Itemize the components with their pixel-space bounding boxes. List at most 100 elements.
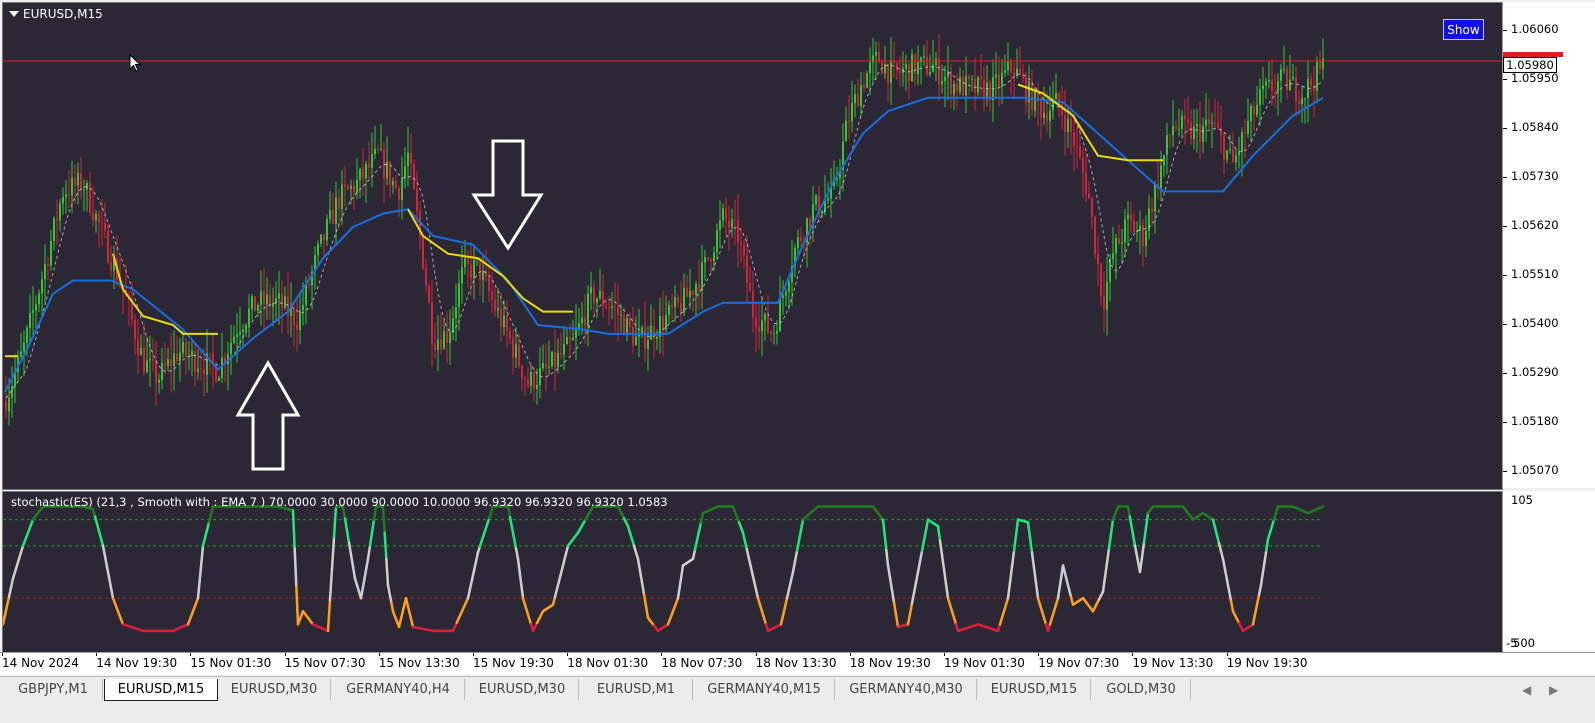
- candle-body: [1055, 93, 1057, 100]
- stochastic-segment: [699, 522, 701, 531]
- candle-body: [1094, 217, 1096, 254]
- candle-body: [689, 291, 691, 297]
- candle-body: [782, 295, 784, 297]
- candle-body: [869, 62, 871, 73]
- down-arrow-icon: [474, 141, 541, 248]
- candle-body: [155, 360, 157, 382]
- stochastic-segment: [474, 562, 476, 571]
- collapse-triangle-icon[interactable]: [9, 11, 19, 17]
- chart-symbol-label: EURUSD,M15: [23, 7, 103, 21]
- tab-scroll-left-icon[interactable]: ◀: [1522, 683, 1531, 697]
- stochastic-segment: [791, 572, 793, 581]
- tab-eurusd-m1-5[interactable]: EURUSD,M1: [580, 679, 693, 700]
- candle-body: [158, 380, 160, 383]
- candle-body: [674, 297, 676, 307]
- candle-body: [743, 245, 745, 255]
- stochastic-segment: [349, 543, 351, 555]
- candle-body: [1172, 126, 1174, 135]
- candle-body: [707, 257, 709, 259]
- candle-body: [905, 64, 907, 69]
- candle-body: [572, 338, 574, 340]
- candle-body: [1211, 123, 1213, 124]
- stochastic-segment: [386, 559, 388, 585]
- stochastic-segment: [1321, 507, 1323, 508]
- stochastic-segment: [642, 582, 644, 594]
- candle-body: [266, 295, 268, 305]
- candle-body: [53, 218, 55, 241]
- chart-title[interactable]: EURUSD,M15: [9, 7, 103, 21]
- stochastic-segment: [681, 565, 683, 576]
- candle-body: [950, 71, 952, 94]
- candle-body: [65, 195, 67, 198]
- tab-germany40-m30-7[interactable]: GERMANY40,M30: [836, 679, 977, 700]
- mouse-cursor-icon: [129, 54, 141, 72]
- stochastic-segment: [1132, 526, 1134, 536]
- candle-body: [182, 342, 184, 353]
- stochastic-segment: [924, 530, 926, 540]
- stochastic-segment: [787, 589, 789, 598]
- time-label: 18 Nov 13:30: [756, 656, 837, 670]
- stochastic-segment: [512, 527, 514, 537]
- candle-body: [1220, 128, 1222, 136]
- price-label: 1.05840: [1511, 120, 1559, 134]
- tab-germany40-m15-6[interactable]: GERMANY40,M15: [694, 679, 835, 700]
- tab-germany40-h4-3[interactable]: GERMANY40,H4: [332, 679, 465, 700]
- candle-body: [197, 369, 199, 372]
- candle-body: [1205, 119, 1207, 126]
- tab-gbpjpy-m1-0[interactable]: GBPJPY,M1: [4, 679, 103, 700]
- candle-body: [629, 318, 631, 327]
- time-label: 18 Nov 01:30: [567, 656, 648, 670]
- candle-body: [233, 337, 235, 343]
- stochastic-segment: [510, 517, 512, 527]
- candle-body: [1085, 173, 1087, 194]
- stochastic-segment: [938, 526, 940, 540]
- candle-body: [302, 305, 304, 310]
- stochastic-segment: [334, 507, 336, 538]
- candle-body: [1010, 62, 1012, 72]
- candle-body: [650, 326, 652, 340]
- candle-body: [449, 332, 451, 343]
- show-button[interactable]: Show: [1443, 19, 1484, 40]
- candle-body: [275, 298, 277, 303]
- stochastic-panel[interactable]: stochastic(ES) (21,3 , Smooth with : EMA…: [2, 491, 1503, 653]
- stochastic-segment: [361, 588, 363, 598]
- tab-scroll-right-icon[interactable]: ▶: [1549, 683, 1558, 697]
- candle-body: [26, 328, 28, 343]
- indicator-axis-bottom-overlap: 500: [1513, 636, 1535, 650]
- tab-eurusd-m15-1[interactable]: EURUSD,M15: [104, 679, 218, 701]
- stochastic-segment: [892, 590, 894, 602]
- candle-body: [1313, 86, 1315, 91]
- candle-body: [1070, 119, 1072, 132]
- candle-body: [179, 353, 181, 361]
- stochastic-segment: [103, 546, 105, 556]
- price-axis[interactable]: 1.060601.059501.058401.057301.056201.055…: [1502, 2, 1595, 488]
- candle-body: [1175, 126, 1177, 129]
- candle-body: [938, 58, 940, 84]
- tab-eurusd-m15-8[interactable]: EURUSD,M15: [978, 679, 1091, 700]
- candle-body: [143, 348, 145, 372]
- stochastic-segment: [946, 584, 948, 598]
- candle-body: [1295, 77, 1297, 101]
- stochastic-segment: [678, 587, 680, 598]
- candle-body: [200, 369, 202, 370]
- price-chart-panel[interactable]: EURUSD,M15 Show: [2, 2, 1503, 490]
- candle-body: [149, 359, 151, 361]
- stochastic-segment: [1259, 585, 1261, 595]
- candle-body: [1049, 110, 1051, 121]
- tab-eurusd-m30-4[interactable]: EURUSD,M30: [466, 679, 579, 700]
- stochastic-segment: [1036, 583, 1038, 598]
- time-axis[interactable]: 14 Nov 202414 Nov 19:3015 Nov 01:3015 No…: [0, 652, 1595, 675]
- candle-body: [764, 314, 766, 321]
- candle-body: [770, 332, 772, 334]
- candle-body: [251, 296, 253, 309]
- candle-body: [11, 386, 13, 397]
- candle-body: [77, 173, 79, 186]
- candle-body: [1124, 219, 1126, 242]
- stochastic-segment: [1028, 522, 1030, 537]
- candle-body: [731, 219, 733, 227]
- tab-eurusd-m30-2[interactable]: EURUSD,M30: [218, 679, 331, 700]
- candle-body: [380, 149, 382, 150]
- stochastic-segment: [111, 588, 113, 598]
- candle-body: [407, 153, 409, 166]
- tab-gold-m30-9[interactable]: GOLD,M30: [1092, 679, 1191, 700]
